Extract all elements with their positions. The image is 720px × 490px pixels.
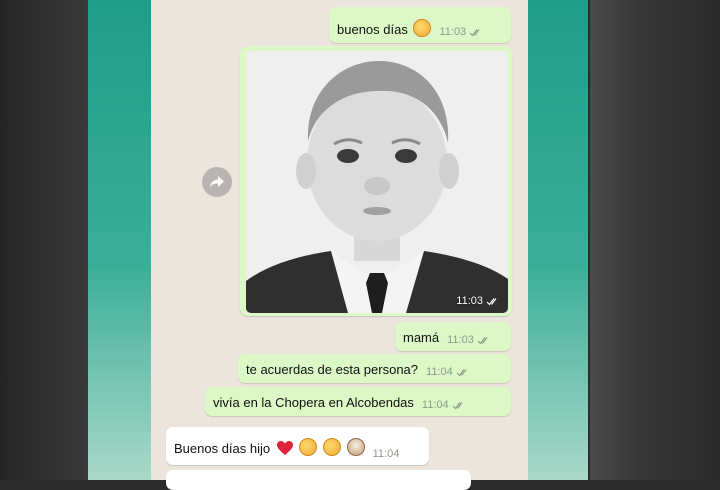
message-time: 11:03 (439, 26, 467, 38)
double-check-icon (486, 297, 497, 305)
red-heart-emoji-icon (276, 441, 293, 455)
double-check-icon (456, 368, 467, 376)
message-outgoing[interactable]: te acuerdas de esta persona? 11:04 (238, 354, 511, 383)
message-time: 11:04 (421, 399, 449, 411)
double-check-icon (452, 401, 463, 409)
double-check-icon (469, 28, 480, 36)
message-time: 11:04 (426, 366, 453, 378)
message-meta: 11:03 (439, 26, 483, 43)
message-text: te acuerdas de esta persona? (246, 362, 419, 377)
message-incoming[interactable]: Buenos días hijo 11:04 (166, 427, 429, 465)
message-time: 11:03 (447, 334, 474, 346)
forward-arrow-icon (210, 176, 224, 188)
message-text: buenos días (337, 19, 432, 43)
image-message-meta: 11:03 (456, 295, 500, 307)
image-message[interactable]: 11:03 (240, 46, 512, 316)
message-text: mamá (403, 330, 440, 345)
double-check-icon (477, 336, 488, 344)
message-meta: 11:04 (426, 366, 470, 383)
portrait-image (246, 51, 508, 313)
message-outgoing[interactable]: mamá 11:03 (395, 322, 511, 351)
forward-button[interactable] (202, 167, 232, 197)
message-outgoing[interactable]: vivía en la Chopera en Alcobendas 11:04 (205, 387, 511, 416)
message-outgoing[interactable]: buenos días 11:03 (329, 7, 511, 43)
message-time: 11:04 (372, 448, 400, 460)
message-meta: 11:04 (422, 399, 466, 416)
kissing-face-emoji-icon (413, 19, 432, 37)
message-meta: 11:04 (373, 448, 400, 465)
right-background (590, 0, 720, 480)
dog-face-emoji-icon (346, 438, 365, 456)
message-meta: 11:03 (447, 334, 491, 351)
portrait-photo[interactable]: 11:03 (246, 51, 508, 313)
message-text: vivía en la Chopera en Alcobendas (213, 395, 414, 410)
left-background (0, 0, 88, 480)
message-time: 11:03 (456, 295, 483, 307)
kissing-face-emoji-icon (323, 438, 341, 456)
message-text: Buenos días hijo (174, 438, 365, 465)
hugging-face-emoji-icon (299, 438, 318, 456)
message-incoming-partial[interactable] (166, 470, 471, 490)
